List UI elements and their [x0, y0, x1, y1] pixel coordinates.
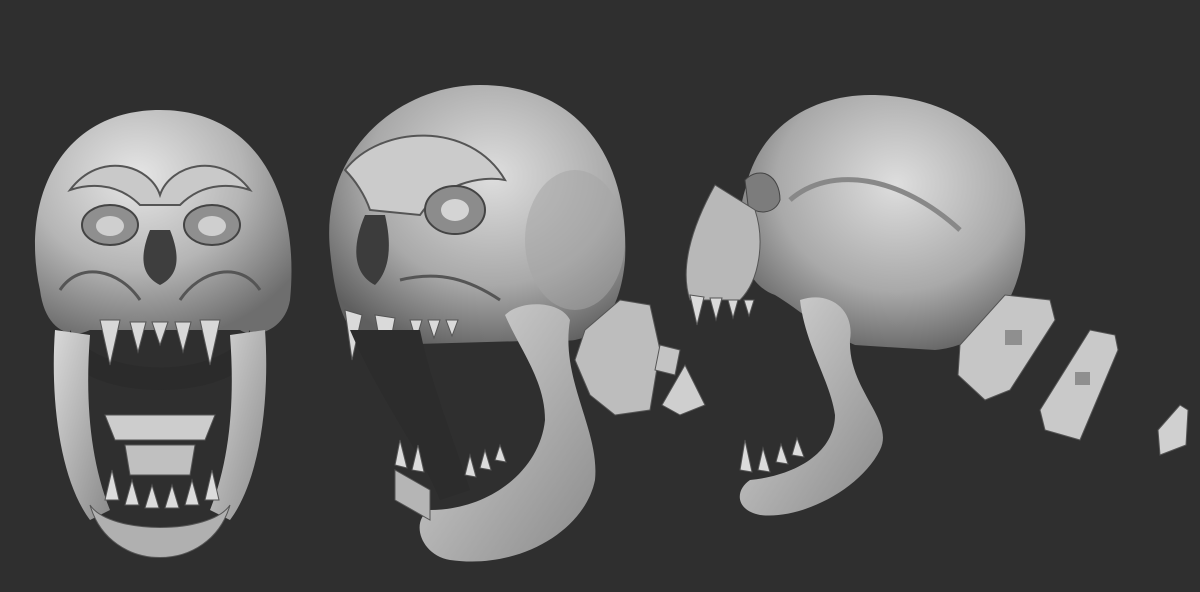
- viewport-canvas: [0, 0, 1200, 592]
- front-view-skull: [35, 110, 292, 558]
- sculpt-render: [35, 85, 1189, 562]
- three-quarter-view-skull: [329, 85, 626, 562]
- vertebra-fragments-right: [957, 294, 1189, 456]
- side-view-skull: [685, 95, 1026, 516]
